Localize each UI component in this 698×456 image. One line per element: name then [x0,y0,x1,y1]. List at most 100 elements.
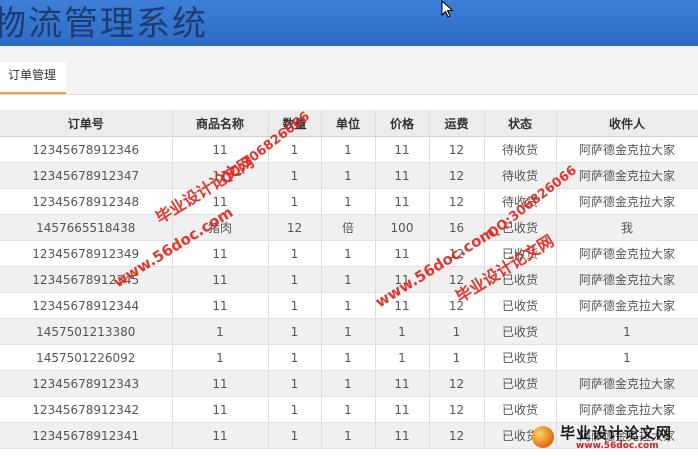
table-cell: 阿萨德金克拉大家 [556,396,698,423]
logo-ball-icon [532,426,554,448]
table-cell: 1457665518438 [0,214,173,241]
table-cell: 1 [268,292,322,319]
table-row[interactable]: 12345678912344 11 1 1 11 12 已收货 阿萨德金克拉大家 [0,292,698,319]
table-cell: 阿萨德金克拉大家 [556,136,698,163]
table-cell: 已收货 [484,370,557,397]
table-cell: 1 [429,344,485,371]
table-cell: 我 [556,214,698,241]
table-cell: 1 [321,240,376,267]
table-cell: 11 [172,266,269,293]
logo-site-name: 毕业设计论文网 [560,424,673,442]
table-cell: 12345678912346 [0,136,173,163]
table-cell: 11 [172,292,269,319]
table-cell: 1 [375,344,430,371]
table-cell: 12345678912347 [0,162,173,189]
table-cell: 1 [268,240,322,267]
column-header[interactable]: 订单号 [0,110,173,137]
orders-table: 订单号 商品名称 数量 单位 价格 运费 状态 收件人 123456789123… [0,110,698,449]
table-cell: 1 [321,136,376,163]
table-cell: 12345678912341 [0,422,173,449]
logo-url: www.56doc.com [576,441,659,451]
table-cell: 1 [321,318,376,345]
table-cell: 100 [375,214,430,241]
table-cell: 1 [268,344,322,371]
table-cell: 倍 [321,214,376,241]
table-row[interactable]: 12345678912346 11 1 1 11 12 待收货 阿萨德金克拉大家 [0,136,698,163]
table-cell: 11 [375,422,430,449]
column-header[interactable]: 商品名称 [172,110,269,137]
table-cell: 已收货 [484,344,557,371]
table-cell: 阿萨德金克拉大家 [556,240,698,267]
table-cell: 1 [556,344,698,371]
app-header: 物流管理系统 [0,0,698,46]
table-cell: 1 [321,266,376,293]
table-cell: 1 [268,266,322,293]
table-cell: 12 [268,214,322,241]
table-cell: 12345678912342 [0,396,173,423]
table-cell: 12 [429,422,485,449]
table-cell: 12345678912348 [0,188,173,215]
column-header[interactable]: 单位 [321,110,376,137]
table-row[interactable]: 12345678912342 11 1 1 11 12 已收货 阿萨德金克拉大家 [0,396,698,423]
table-row[interactable]: 12345678912345 11 1 1 11 12 已收货 阿萨德金克拉大家 [0,266,698,293]
table-cell: 1 [268,318,322,345]
table-cell: 12 [429,396,485,423]
table-cell: 1457501226092 [0,344,173,371]
column-header[interactable]: 收件人 [556,110,698,137]
table-cell: 1457501213380 [0,318,173,345]
table-cell: 1 [375,318,430,345]
table-cell: 11 [172,370,269,397]
table-cell: 12345678912343 [0,370,173,397]
table-cell: 1 [268,162,322,189]
table-row[interactable]: 12345678912347 11 1 1 11 12 待收货 阿萨德金克拉大家 [0,162,698,189]
table-cell: 11 [172,422,269,449]
table-cell: 1 [429,318,485,345]
table-cell: 12345678912344 [0,292,173,319]
table-cell: 已收货 [484,292,557,319]
tab-order-management[interactable]: 订单管理 [0,62,66,94]
table-cell: 1 [321,370,376,397]
table-cell: 12 [429,162,485,189]
table-cell: 11 [375,240,430,267]
table-cell: 12 [429,188,485,215]
mouse-cursor-icon [441,0,454,18]
column-header[interactable]: 价格 [375,110,430,137]
table-cell: 1 [268,188,322,215]
table-row[interactable]: 1457665518438 猪肉 12 倍 100 16 已收货我 [0,214,698,241]
app-title: 物流管理系统 [0,4,208,44]
table-row[interactable]: 12345678912343 11 1 1 11 12 已收货 阿萨德金克拉大家 [0,370,698,397]
table-cell: 1 [556,318,698,345]
table-row[interactable]: 1457501213380 1 1 1 1 1 已收货 1 [0,318,698,345]
table-cell: 12 [429,136,485,163]
table-cell: 1 [268,370,322,397]
table-cell: 阿萨德金克拉大家 [556,188,698,215]
table-row[interactable]: 12345678912348 11 1 1 11 12 待收货 阿萨德金克拉大家 [0,188,698,215]
table-cell: 阿萨德金克拉大家 [556,292,698,319]
tab-bar: 订单管理 [0,46,698,95]
table-cell: 1 [321,422,376,449]
table-cell: 11 [172,396,269,423]
table-cell: 阿萨德金克拉大家 [556,370,698,397]
table-cell: 11 [375,188,430,215]
table-row[interactable]: 12345678912349 11 1 1 11 12 已收货 阿萨德金克拉大家 [0,240,698,267]
column-header[interactable]: 运费 [429,110,485,137]
table-cell: 阿萨德金克拉大家 [556,266,698,293]
watermark-logo: 毕业设计论文网 www.56doc.com [532,422,692,452]
table-cell: 1 [321,344,376,371]
table-cell: 1 [172,318,269,345]
table-row[interactable]: 1457501226092 1 1 1 1 1 已收货 1 [0,344,698,371]
table-cell: 1 [321,162,376,189]
table-cell: 11 [375,396,430,423]
table-cell: 1 [172,344,269,371]
table-cell: 已收货 [484,396,557,423]
table-cell: 11 [375,162,430,189]
table-cell: 1 [321,292,376,319]
table-cell: 1 [321,188,376,215]
table-cell: 12 [429,370,485,397]
table-cell: 1 [268,422,322,449]
table-cell: 已收货 [484,318,557,345]
table-cell: 1 [268,396,322,423]
table-cell: 待收货 [484,136,557,163]
column-header[interactable]: 状态 [484,110,557,137]
table-cell: 11 [375,136,430,163]
